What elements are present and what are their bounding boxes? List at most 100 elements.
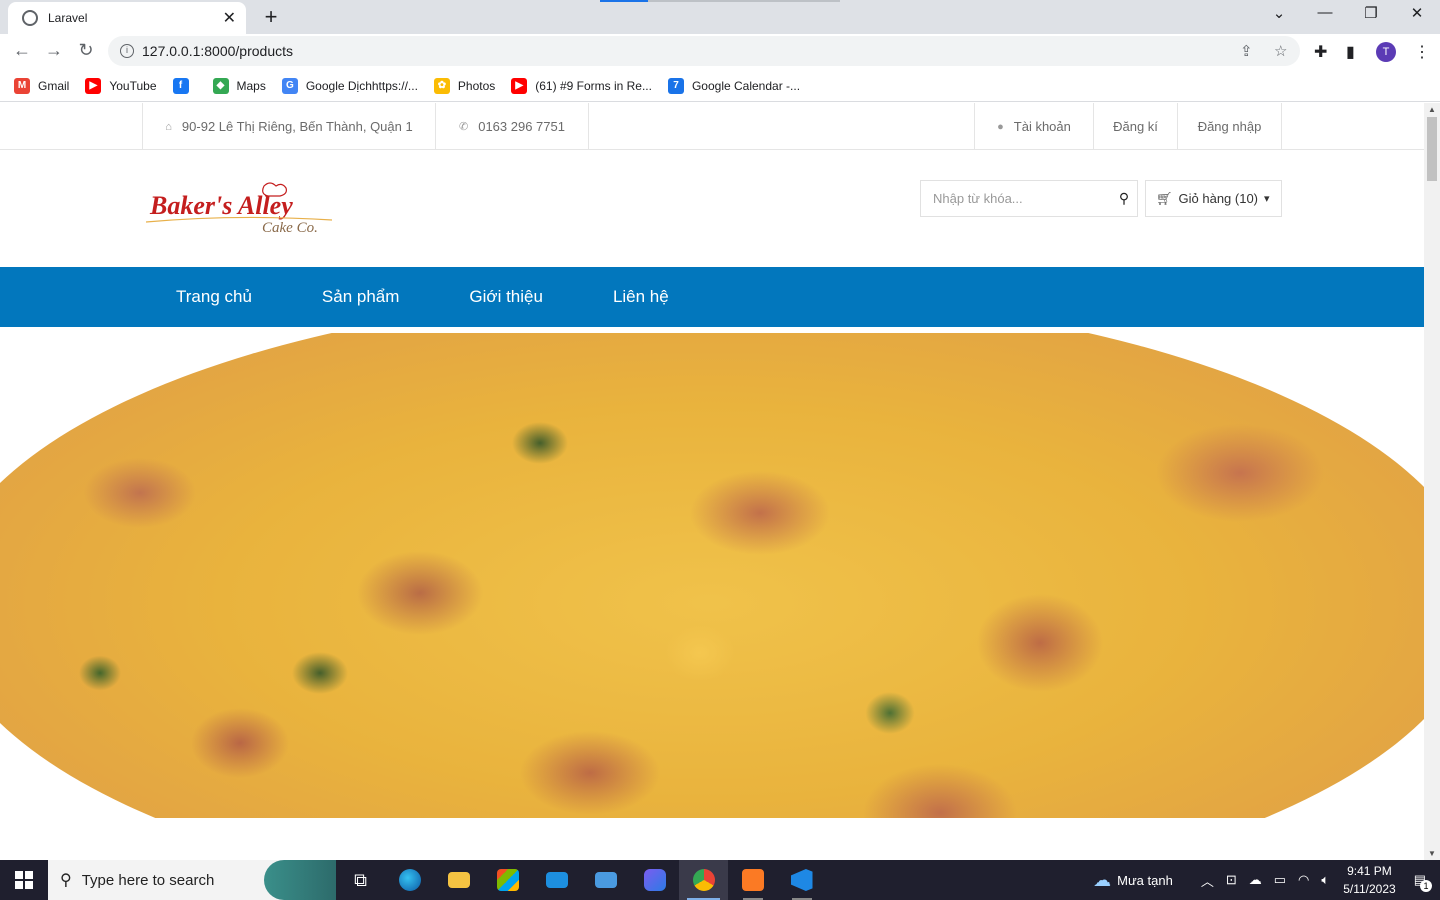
bookmark-item[interactable]: M Gmail [14,77,70,94]
vscode-icon[interactable] [777,860,826,900]
youtube-icon: ▶ [511,77,528,94]
weather-widget[interactable]: ☁ Mưa tạnh [1087,870,1173,891]
notification-count: 1 [1420,880,1432,892]
bookmark-label: Gmail [38,78,70,93]
nav-item[interactable]: Liên hệ [613,287,669,307]
nav-item[interactable]: Giới thiệu [469,287,543,307]
search-highlight-image [264,860,336,900]
cart-dropdown[interactable]: 🛒︎ Giỏ hàng (10) ▾ [1145,180,1282,217]
notification-icon[interactable]: ▤ 1 [1414,872,1432,892]
start-button[interactable] [0,860,48,900]
taskbar-search-placeholder: Type here to search [81,871,215,889]
search-input[interactable] [921,181,1111,216]
bookmark-item[interactable]: ▶ (61) #9 Forms in Re... [511,77,652,94]
chevron-up-icon[interactable]: ︿ [1201,871,1214,890]
address-bar[interactable]: i 127.0.0.1:8000/products ⇪ ☆ [108,36,1300,66]
site-info-icon[interactable]: i [120,44,134,58]
tab-search-icon[interactable]: ⌄ [1256,4,1302,22]
store-icon[interactable] [483,860,532,900]
site-logo[interactable]: Baker's Alley Cake Co. [146,182,336,238]
scrollbar-thumb[interactable] [1427,117,1437,181]
address-info: ⌂ 90-92 Lê Thị Riêng, Bến Thành, Quận 1 [142,103,435,150]
weather-text: Mưa tạnh [1117,872,1173,888]
maximize-button[interactable]: ❐ [1348,4,1394,22]
chrome-icon[interactable] [679,860,728,900]
bookmark-item[interactable]: f [172,77,197,94]
clock-date: 5/11/2023 [1343,882,1396,896]
bookmark-label: (61) #9 Forms in Re... [535,78,652,93]
battery-icon[interactable]: ▭ [1274,872,1286,888]
side-panel-icon[interactable]: ▮ [1346,42,1355,62]
main-navigation: Trang chủ Sản phẩm Giới thiệu Liên hệ [0,267,1424,327]
remote-desktop-icon[interactable] [581,860,630,900]
gmail-icon: M [14,77,30,94]
onedrive-icon[interactable]: ☁ [1249,872,1262,888]
edge-icon[interactable] [385,860,434,900]
phone-info: ✆ 0163 296 7751 [435,103,589,150]
menu-icon[interactable]: ⋮ [1414,42,1430,62]
phone-icon: ✆ [459,121,469,133]
mail-icon[interactable] [532,860,581,900]
xampp-icon[interactable] [728,860,777,900]
chevron-down-icon: ▾ [1264,193,1270,205]
reload-button[interactable]: ↻ [74,40,98,61]
globe-icon [22,10,38,26]
new-tab-button[interactable]: + [258,4,284,30]
bookmarks-bar: M Gmail ▶ YouTube f ◆ Maps G Google Dịchhttps://… [0,70,1440,102]
bookmark-star-icon[interactable]: ☆ [1274,42,1287,60]
bookmark-label: Google Dịchhttps://... [305,78,418,93]
url-text: 127.0.0.1:8000/products [142,43,294,59]
file-explorer-icon[interactable] [434,860,483,900]
meet-now-icon[interactable]: ⊡ [1226,872,1237,888]
scroll-down-icon[interactable]: ▼ [1428,849,1436,858]
extensions-icon[interactable]: ✚ [1314,42,1327,62]
page-viewport: ⌂ 90-92 Lê Thị Riêng, Bến Thành, Quận 1 … [0,103,1424,860]
home-icon: ⌂ [165,120,172,133]
bookmark-label: Google Calendar -... [691,78,801,93]
account-link[interactable]: ● Tài khoản [974,103,1093,150]
cart-icon: 🛒︎ [1156,190,1173,206]
share-icon[interactable]: ⇪ [1240,42,1253,60]
bookmark-item[interactable]: 7 Google Calendar -... [667,77,801,94]
top-info-bar: ⌂ 90-92 Lê Thị Riêng, Bến Thành, Quận 1 … [0,103,1424,150]
bookmark-item[interactable]: ▶ YouTube [85,77,157,94]
site-header: Baker's Alley Cake Co. ⚲ 🛒︎ Giỏ hàng (10… [0,150,1424,267]
scroll-up-icon[interactable]: ▲ [1428,105,1436,114]
forward-button[interactable]: → [42,40,66,61]
logo-subtext: Cake Co. [262,220,318,236]
pizza-image [0,333,1424,818]
back-button[interactable]: ← [10,40,34,61]
nav-item[interactable]: Trang chủ [176,287,252,307]
profile-avatar[interactable]: T [1376,42,1396,62]
search-box: ⚲ [920,180,1138,217]
minimize-button[interactable]: — [1302,4,1348,21]
address-text: 90-92 Lê Thị Riêng, Bến Thành, Quận 1 [181,119,413,134]
nav-item[interactable]: Sản phẩm [322,287,400,307]
close-tab-icon[interactable]: ✕ [223,8,236,28]
copilot-icon[interactable] [630,860,679,900]
bookmark-item[interactable]: G Google Dịchhttps://... [281,77,418,94]
taskbar-search[interactable]: ⚲ Type here to search [48,860,336,900]
close-window-button[interactable]: ✕ [1394,4,1440,22]
clock[interactable]: 9:41 PM 5/11/2023 [1343,862,1396,898]
facebook-icon: f [172,77,189,94]
system-tray: ☁ Mưa tạnh ︿ ⊡ ☁ ▭ ◠ 🔈︎ 9:41 PM 5/11/202… [1087,860,1440,900]
register-link[interactable]: Đăng kí [1093,103,1177,150]
cart-label: Giỏ hàng (10) [1178,191,1259,206]
volume-icon[interactable]: 🔈︎ [1321,872,1329,888]
windows-taskbar: ⚲ Type here to search ⧉ ☁ Mưa tạnh ︿ ⊡ ☁… [0,860,1440,900]
bookmark-item[interactable]: ◆ Maps [212,77,266,94]
bookmark-item[interactable]: ✿ Photos [433,77,495,94]
browser-toolbar: ← → ↻ i 127.0.0.1:8000/products ⇪ ☆ ✚ ▮ … [0,34,1440,70]
search-icon[interactable]: ⚲ [1111,190,1137,207]
windows-icon [15,871,33,889]
browser-tab[interactable]: Laravel ✕ [8,2,246,34]
login-link[interactable]: Đăng nhập [1177,103,1282,150]
bookmark-label: YouTube [109,78,157,93]
bookmark-label: Maps [236,78,266,93]
hero-banner [0,327,1424,818]
task-view-icon[interactable]: ⧉ [336,860,385,900]
page-scrollbar[interactable]: ▲ ▼ [1424,103,1440,860]
tab-indicator-track [648,0,840,2]
wifi-icon[interactable]: ◠ [1298,872,1309,888]
